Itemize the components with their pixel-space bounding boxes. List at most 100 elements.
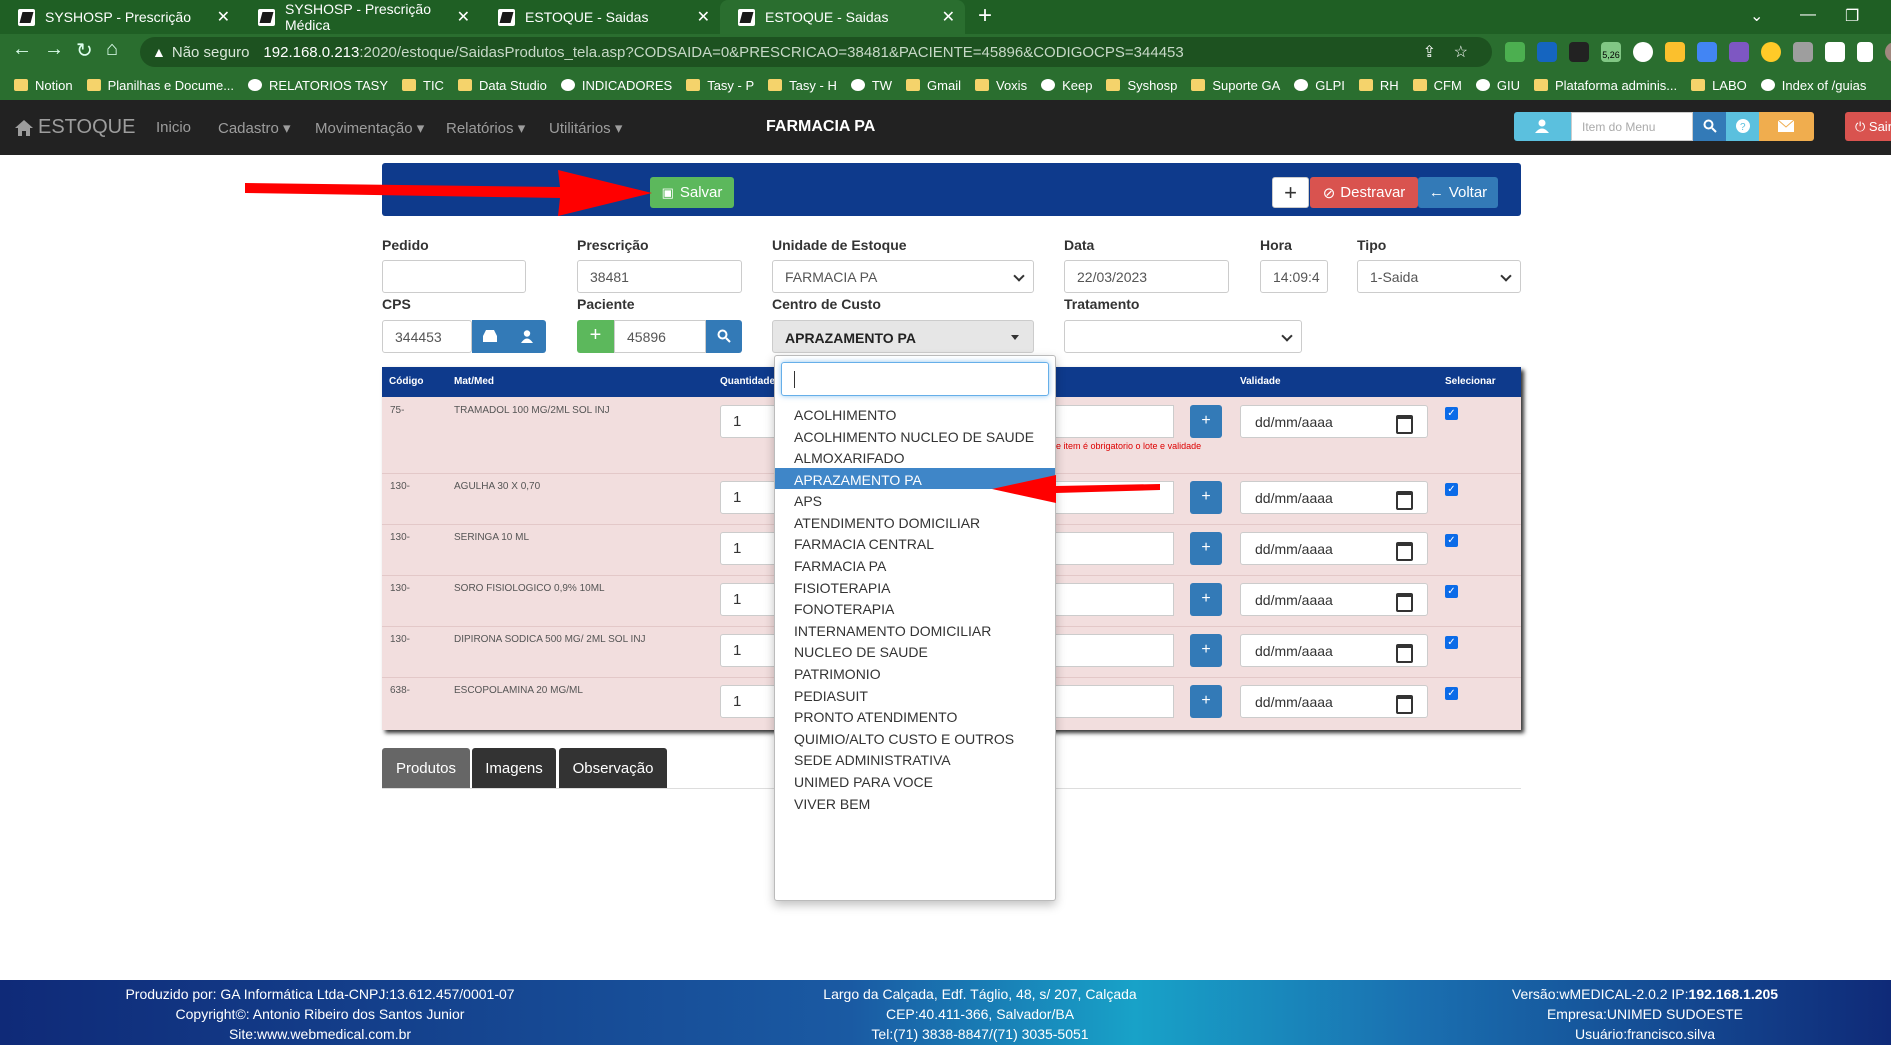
- bookmark-item[interactable]: Notion: [14, 78, 73, 93]
- centro-custo-select[interactable]: APRAZAMENTO PA: [772, 320, 1034, 353]
- close-tab-icon[interactable]: ✕: [942, 7, 955, 27]
- restore-icon[interactable]: ❐: [1845, 6, 1859, 26]
- browser-tab[interactable]: SYSHOSP - Prescrição ✕: [0, 0, 240, 34]
- hora-field[interactable]: 14:09:4: [1260, 260, 1328, 293]
- validade-input[interactable]: dd/mm/aaaa: [1240, 481, 1428, 514]
- home-icon[interactable]: ⌂: [106, 38, 118, 61]
- nav-inicio[interactable]: Inicio: [156, 119, 191, 136]
- extension-icon[interactable]: [1729, 42, 1749, 62]
- bookmark-item[interactable]: Plataforma adminis...: [1533, 78, 1677, 93]
- bookmark-item[interactable]: GLPI: [1294, 78, 1345, 93]
- lote-input[interactable]: [1042, 532, 1174, 565]
- bookmark-item[interactable]: Tasy - H: [768, 78, 837, 93]
- add-button[interactable]: +: [1272, 177, 1309, 208]
- help-button[interactable]: ?: [1726, 112, 1759, 141]
- selecionar-checkbox[interactable]: ✓: [1445, 636, 1458, 649]
- browser-tab[interactable]: SYSHOSP - Prescrição Médica ✕: [240, 0, 480, 34]
- browser-tab[interactable]: ESTOQUE - Saidas ✕: [480, 0, 720, 34]
- tab-imagens[interactable]: Imagens: [472, 748, 556, 788]
- reload-icon[interactable]: ↻: [76, 38, 93, 63]
- destravar-button[interactable]: ⊘ Destravar: [1310, 177, 1418, 208]
- close-tab-icon[interactable]: ✕: [697, 7, 710, 27]
- bookmark-item[interactable]: Tasy - P: [686, 78, 754, 93]
- sidepanel-icon[interactable]: [1857, 42, 1873, 62]
- lote-input[interactable]: [1042, 583, 1174, 616]
- add-lote-button[interactable]: +: [1190, 685, 1222, 718]
- bookmark-item[interactable]: RH: [1358, 78, 1399, 93]
- bookmark-item[interactable]: Keep: [1041, 78, 1092, 93]
- extension-icon[interactable]: [1761, 42, 1781, 62]
- validade-input[interactable]: dd/mm/aaaa: [1240, 532, 1428, 565]
- minimize-icon[interactable]: —: [1800, 6, 1816, 24]
- dropdown-option[interactable]: PEDIASUIT: [775, 684, 1055, 706]
- translate-icon[interactable]: [1697, 42, 1717, 62]
- dropdown-option[interactable]: UNIMED PARA VOCE: [775, 770, 1055, 792]
- inbox-button[interactable]: [472, 320, 509, 353]
- bookmark-item[interactable]: Index of /guias: [1760, 78, 1866, 93]
- bookmark-item[interactable]: CFM: [1412, 78, 1462, 93]
- bookmark-item[interactable]: TIC: [402, 78, 444, 93]
- quantidade-input[interactable]: 1: [720, 583, 780, 616]
- dropdown-option[interactable]: ATENDIMENTO DOMICILIAR: [775, 511, 1055, 533]
- nav-relatorios[interactable]: Relatórios ▾: [446, 119, 525, 137]
- bookmark-item[interactable]: Suporte GA: [1191, 78, 1280, 93]
- dropdown-option[interactable]: FISIOTERAPIA: [775, 576, 1055, 598]
- close-tab-icon[interactable]: ✕: [217, 7, 230, 27]
- user-lookup-button[interactable]: [509, 320, 546, 353]
- validade-input[interactable]: dd/mm/aaaa: [1240, 685, 1428, 718]
- bookmark-item[interactable]: Syshosp: [1106, 78, 1177, 93]
- bookmark-item[interactable]: Data Studio: [457, 78, 547, 93]
- cps-field[interactable]: 344453: [382, 320, 472, 353]
- validade-input[interactable]: dd/mm/aaaa: [1240, 634, 1428, 667]
- menu-search-input[interactable]: Item do Menu: [1571, 112, 1693, 141]
- dropdown-option[interactable]: PATRIMONIO: [775, 662, 1055, 684]
- quantidade-input[interactable]: 1: [720, 405, 780, 438]
- tipo-select[interactable]: 1-Saida: [1357, 260, 1521, 293]
- dropdown-option[interactable]: FONOTERAPIA: [775, 597, 1055, 619]
- dropdown-option[interactable]: PRONTO ATENDIMENTO: [775, 705, 1055, 727]
- bookmark-item[interactable]: Gmail: [906, 78, 961, 93]
- quantidade-input[interactable]: 1: [720, 634, 780, 667]
- nav-movimentacao[interactable]: Movimentação ▾: [315, 119, 424, 137]
- mail-button[interactable]: [1759, 112, 1814, 141]
- lote-input[interactable]: [1042, 405, 1174, 438]
- selecionar-checkbox[interactable]: ✓: [1445, 687, 1458, 700]
- bookmark-item[interactable]: RELATORIOS TASY: [248, 78, 388, 93]
- profile-avatar[interactable]: [1885, 42, 1891, 62]
- add-lote-button[interactable]: +: [1190, 405, 1222, 438]
- bookmark-item[interactable]: INDICADORES: [560, 78, 672, 93]
- add-lote-button[interactable]: +: [1190, 481, 1222, 514]
- tab-search-icon[interactable]: ⌄: [1750, 6, 1763, 26]
- bookmark-item[interactable]: GIU: [1475, 78, 1520, 93]
- dropdown-option[interactable]: QUIMIO/ALTO CUSTO E OUTROS: [775, 727, 1055, 749]
- user-button[interactable]: [1514, 112, 1571, 141]
- forward-icon[interactable]: →: [44, 38, 64, 61]
- extension-icon[interactable]: [1569, 42, 1589, 62]
- selecionar-checkbox[interactable]: ✓: [1445, 585, 1458, 598]
- dropdown-option[interactable]: NUCLEO DE SAUDE: [775, 640, 1055, 662]
- validade-input[interactable]: dd/mm/aaaa: [1240, 405, 1428, 438]
- sair-button[interactable]: ⏻ Sair: [1845, 112, 1891, 141]
- dropdown-option[interactable]: INTERNAMENTO DOMICILIAR: [775, 619, 1055, 641]
- share-icon[interactable]: ⇪: [1423, 42, 1436, 62]
- dropdown-option[interactable]: ACOLHIMENTO NUCLEO DE SAUDE: [775, 425, 1055, 447]
- dropdown-search-input[interactable]: [781, 362, 1049, 396]
- close-tab-icon[interactable]: ✕: [457, 7, 470, 27]
- new-tab-icon[interactable]: +: [978, 2, 992, 30]
- selecionar-checkbox[interactable]: ✓: [1445, 407, 1458, 420]
- bookmark-item[interactable]: Voxis: [975, 78, 1027, 93]
- paciente-field[interactable]: 45896: [614, 320, 706, 353]
- quantidade-input[interactable]: 1: [720, 481, 780, 514]
- tratamento-select[interactable]: [1064, 320, 1302, 353]
- lote-input[interactable]: [1042, 685, 1174, 718]
- menu-search-button[interactable]: [1693, 112, 1726, 141]
- tab-observacao[interactable]: Observação: [559, 748, 667, 788]
- nav-cadastro[interactable]: Cadastro ▾: [218, 119, 291, 137]
- unidade-select[interactable]: FARMACIA PA: [772, 260, 1034, 293]
- add-lote-button[interactable]: +: [1190, 583, 1222, 616]
- bookmark-item[interactable]: TW: [850, 78, 892, 93]
- extension-icon[interactable]: [1537, 42, 1557, 62]
- voltar-button[interactable]: ← Voltar: [1418, 177, 1498, 208]
- dropdown-option[interactable]: FARMACIA CENTRAL: [775, 532, 1055, 554]
- bookmark-item[interactable]: LABO: [1691, 78, 1747, 93]
